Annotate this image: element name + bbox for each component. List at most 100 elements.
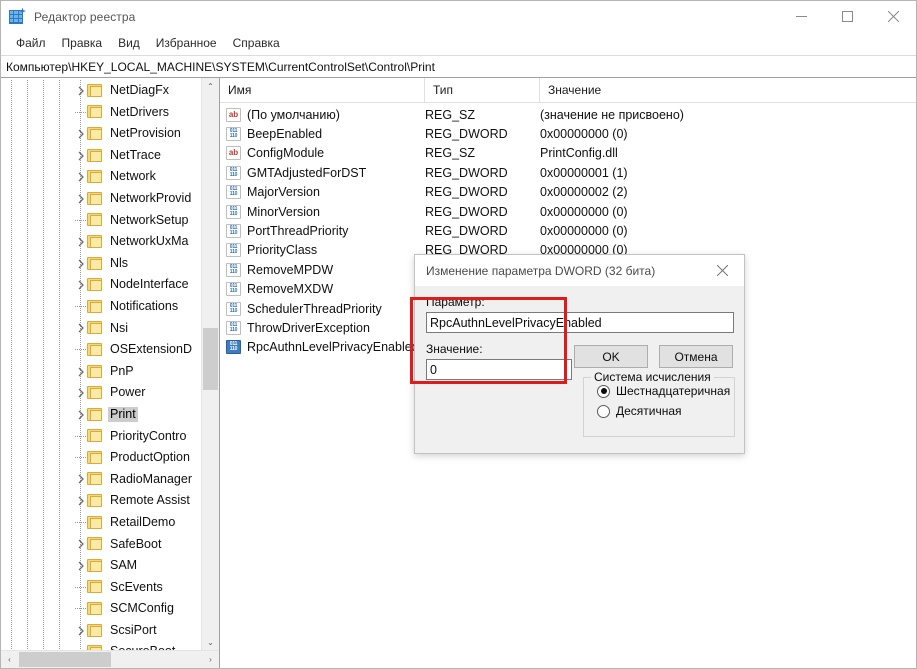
tree-scroll-down-arrow[interactable]: ⌄ (202, 634, 219, 651)
tree-item[interactable]: SafeBoot (1, 533, 202, 555)
chevron-right-icon[interactable] (75, 409, 87, 421)
menu-help[interactable]: Справка (225, 34, 288, 53)
tree-horizontal-scroll-thumb[interactable] (19, 652, 111, 667)
tree-item[interactable]: Nsi (1, 318, 202, 340)
tree-item[interactable]: SCMConfig (1, 598, 202, 620)
chevron-right-icon[interactable] (75, 366, 87, 378)
tree-item[interactable]: Print (1, 404, 202, 426)
radio-hexadecimal[interactable]: Шестнадцатеричная (597, 384, 734, 398)
tree-item[interactable]: SAM (1, 555, 202, 577)
close-button[interactable] (870, 1, 916, 32)
cancel-button[interactable]: Отмена (659, 345, 733, 368)
tree-item[interactable]: Remote Assist (1, 490, 202, 512)
tree-item[interactable]: RadioManager (1, 469, 202, 491)
chevron-right-icon[interactable] (75, 150, 87, 162)
tree-item[interactable]: Notifications (1, 296, 202, 318)
tree-item[interactable]: ScsiPort (1, 620, 202, 642)
radio-decimal[interactable]: Десятичная (597, 404, 734, 418)
value-row[interactable]: 011 110 PortThreadPriority REG_DWORD 0x00000… (220, 221, 916, 240)
registry-tree-pane: NetDiagFx NetDrivers NetProvision NetTrace N… (1, 78, 220, 668)
tree-item[interactable]: NetworkSetup (1, 210, 202, 232)
chevron-right-icon[interactable] (75, 495, 87, 507)
chevron-right-icon[interactable] (75, 625, 87, 637)
tree-item-label: OSExtensionD (110, 342, 192, 357)
menu-file[interactable]: Файл (8, 34, 54, 53)
chevron-right-icon[interactable] (75, 387, 87, 399)
tree-item-label: Remote Assist (110, 493, 190, 508)
value-row[interactable]: 011 110 MinorVersion REG_DWORD 0x00000000 (0… (220, 202, 916, 221)
minimize-button[interactable] (778, 1, 824, 32)
value-name-text: PriorityClass (247, 243, 318, 258)
value-name-cell: 011 110 RpcAuthnLevelPrivacyEnabled (220, 340, 425, 355)
value-name-text: ThrowDriverException (247, 320, 370, 335)
reg-dword-icon: 011 110 (226, 185, 241, 200)
tree-item[interactable]: NetworkUxMa (1, 231, 202, 253)
tree-item[interactable]: Power (1, 382, 202, 404)
tree-item[interactable]: PnP (1, 361, 202, 383)
maximize-button[interactable] (824, 1, 870, 32)
chevron-right-icon[interactable] (75, 258, 87, 270)
chevron-right-icon[interactable] (75, 128, 87, 140)
ok-button[interactable]: OK (574, 345, 648, 368)
value-name-text: RpcAuthnLevelPrivacyEnabled (247, 340, 419, 355)
tree-vertical-scroll-thumb[interactable] (203, 328, 218, 390)
value-name-cell: 011 110 MinorVersion (220, 204, 425, 219)
chevron-right-icon[interactable] (75, 322, 87, 334)
window-controls (778, 1, 916, 32)
edit-dword-dialog: Изменение параметра DWORD (32 бита) Пара… (414, 254, 745, 454)
tree-item[interactable]: NetTrace (1, 145, 202, 167)
chevron-right-icon[interactable] (75, 193, 87, 205)
value-row[interactable]: 011 110 BeepEnabled REG_DWORD 0x00000000 (0) (220, 124, 916, 143)
tree-item[interactable]: Nls (1, 253, 202, 275)
tree-horizontal-scrollbar[interactable]: ‹ › (1, 650, 219, 668)
tree-vertical-scrollbar[interactable]: ⌃ ⌄ (201, 78, 219, 651)
tree-scroll-left-arrow[interactable]: ‹ (1, 651, 18, 668)
column-header-value[interactable]: Значение (540, 78, 916, 102)
value-data-input[interactable]: 0 (426, 359, 572, 380)
address-bar[interactable]: Компьютер\HKEY_LOCAL_MACHINE\SYSTEM\Curr… (1, 55, 916, 78)
param-name-input[interactable]: RpcAuthnLevelPrivacyEnabled (426, 312, 734, 333)
value-name-text: MajorVersion (247, 185, 320, 200)
tree-item-label: PnP (110, 363, 134, 378)
chevron-right-icon[interactable] (75, 473, 87, 485)
tree-item[interactable]: NetProvision (1, 123, 202, 145)
chevron-right-icon[interactable] (75, 236, 87, 248)
tree-item[interactable]: NodeInterface (1, 274, 202, 296)
tree-scroll-right-arrow[interactable]: › (202, 651, 219, 668)
tree-item[interactable]: ScEvents (1, 577, 202, 599)
menu-view[interactable]: Вид (110, 34, 148, 53)
chevron-right-icon[interactable] (75, 279, 87, 291)
value-row[interactable]: 011 110 MajorVersion REG_DWORD 0x00000002 (2… (220, 183, 916, 202)
menu-favorites[interactable]: Избранное (148, 34, 225, 53)
chevron-right-icon[interactable] (75, 171, 87, 183)
value-name-text: (По умолчанию) (247, 107, 340, 122)
tree-item[interactable]: NetDiagFx (1, 80, 202, 102)
chevron-right-icon[interactable] (75, 538, 87, 550)
value-row[interactable]: ab ConfigModule REG_SZ PrintConfig.dll (220, 144, 916, 163)
tree-item[interactable]: Network (1, 166, 202, 188)
folder-icon (87, 623, 103, 638)
tree-item-label: Nls (110, 255, 129, 270)
tree-item[interactable]: NetDrivers (1, 102, 202, 124)
chevron-right-icon[interactable] (75, 85, 87, 97)
param-name-label: Параметр: (426, 295, 485, 309)
folder-icon (87, 602, 103, 616)
menu-edit[interactable]: Правка (54, 34, 111, 53)
folder-icon (87, 170, 103, 184)
value-row[interactable]: 011 110 GMTAdjustedForDST REG_DWORD 0x000000… (220, 163, 916, 182)
value-row[interactable]: ab (По умолчанию) REG_SZ (значение не присв… (220, 105, 916, 124)
tree-item[interactable]: OSExtensionD (1, 339, 202, 361)
tree-scroll-up-arrow[interactable]: ⌃ (202, 78, 219, 95)
tree-item[interactable]: RetailDemo (1, 512, 202, 534)
value-data-cell: 0x00000001 (1) (540, 165, 628, 180)
tree-item[interactable]: PriorityContro (1, 426, 202, 448)
tree-item[interactable]: NetworkProvid (1, 188, 202, 210)
tree-item[interactable]: ProductOption (1, 447, 202, 469)
dialog-close-button[interactable] (700, 255, 744, 286)
tree-item-label: NetTrace (110, 147, 161, 162)
chevron-right-icon[interactable] (75, 560, 87, 572)
column-header-type[interactable]: Тип (425, 78, 540, 102)
value-name-text: RemoveMPDW (247, 262, 334, 277)
reg-dword-icon: 011 110 (226, 165, 241, 180)
column-header-name[interactable]: Имя (220, 78, 425, 102)
